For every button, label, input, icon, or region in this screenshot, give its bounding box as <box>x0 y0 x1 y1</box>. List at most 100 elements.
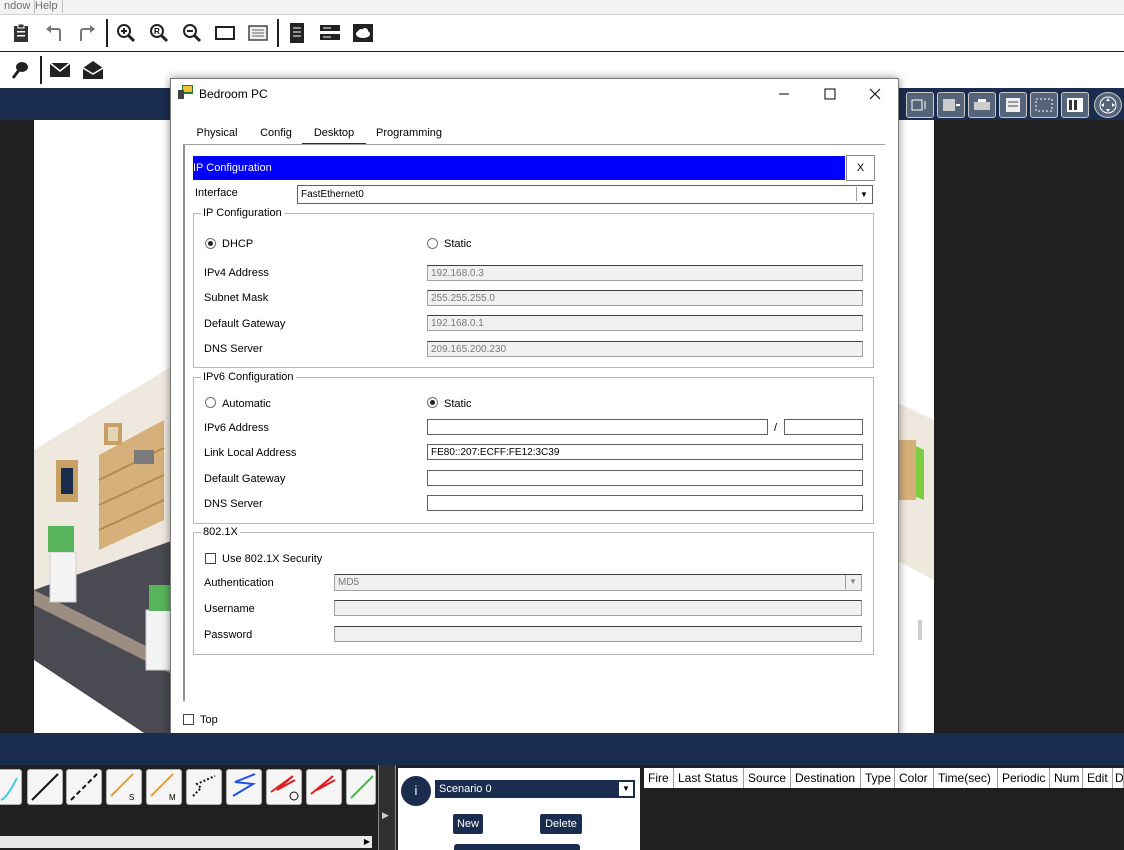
ipv6-address-field[interactable] <box>427 419 768 435</box>
bottom-toolbar <box>0 733 1124 765</box>
serial-s-label: S <box>129 793 134 802</box>
scroll-right-icon[interactable]: ▶ <box>364 837 370 846</box>
ipv6-group-title: IPv6 Configuration <box>201 371 296 383</box>
static-ipv4-label: Static <box>444 238 472 250</box>
ipv4-gateway-field[interactable]: 192.168.0.1 <box>427 315 863 331</box>
ipv6-automatic-radio[interactable] <box>205 397 216 408</box>
ipv4-dns-label: DNS Server <box>204 343 263 355</box>
column-time: Time(sec) <box>934 768 998 788</box>
prefix-slash: / <box>774 422 778 434</box>
column-color: Color <box>895 768 934 788</box>
zoom-in-icon[interactable] <box>114 21 138 45</box>
right-bookshelf <box>896 440 916 500</box>
zoom-reset-icon[interactable]: R <box>147 21 171 45</box>
column-type: Type <box>861 768 895 788</box>
serial-cable-s-icon[interactable]: S <box>106 769 142 805</box>
fiber-cable-icon[interactable] <box>346 769 376 805</box>
top-label: Top <box>200 714 218 726</box>
minimize-button[interactable] <box>761 79 807 109</box>
column-edit: Edit <box>1083 768 1113 788</box>
plant <box>149 585 171 611</box>
redo-icon[interactable] <box>75 21 99 45</box>
dhcp-radio[interactable] <box>205 238 216 249</box>
device-dialog: Bedroom PC Physical Config Desktop Progr… <box>170 78 899 743</box>
scenario-select[interactable]: Scenario 0 ▼ <box>435 780 635 798</box>
menu-help[interactable]: Help <box>31 0 63 13</box>
palette-scrollbar[interactable]: ▶ <box>0 836 372 848</box>
serial-dte-icon[interactable] <box>306 769 342 805</box>
zoom-out-icon[interactable] <box>180 21 204 45</box>
pin-icon[interactable] <box>8 58 32 82</box>
subnet-mask-field[interactable]: 255.255.255.0 <box>427 290 863 306</box>
panel-icon[interactable] <box>1061 92 1089 118</box>
interface-value: FastEthernet0 <box>301 189 364 200</box>
ipv6-static-radio[interactable] <box>427 397 438 408</box>
close-button[interactable] <box>852 79 898 109</box>
column-last-status: Last Status <box>674 768 744 788</box>
printer-icon[interactable] <box>968 92 996 118</box>
maximize-button[interactable] <box>807 79 853 109</box>
list-add-icon[interactable] <box>937 92 965 118</box>
menu-window[interactable]: ndow <box>0 0 36 13</box>
cluster-icon[interactable] <box>1030 92 1058 118</box>
clipboard-icon[interactable] <box>9 21 33 45</box>
ipv4-dns-field[interactable]: 209.165.200.230 <box>427 341 863 357</box>
username-field[interactable] <box>334 600 862 616</box>
server-icon[interactable] <box>318 21 342 45</box>
document-icon[interactable] <box>285 21 309 45</box>
notes-icon[interactable] <box>999 92 1027 118</box>
tab-desktop[interactable]: Desktop <box>302 123 366 145</box>
authentication-value: MD5 <box>338 577 360 588</box>
ipv6-dns-field[interactable] <box>427 495 863 511</box>
plant-pot <box>49 551 77 603</box>
serial-dce-icon[interactable] <box>266 769 302 805</box>
panel-splitter[interactable]: ▶ <box>378 765 396 850</box>
delete-scenario-button[interactable]: Delete <box>540 814 582 834</box>
top-checkbox[interactable] <box>183 714 194 725</box>
straight-cable-icon[interactable] <box>27 769 63 805</box>
toolbar-separator <box>40 56 42 84</box>
authentication-select[interactable]: MD5 ▼ <box>334 574 862 591</box>
use-8021x-checkbox[interactable] <box>205 553 216 564</box>
ipv6-address-label: IPv6 Address <box>204 422 269 434</box>
console-cable-icon[interactable] <box>0 769 22 805</box>
tab-config[interactable]: Config <box>255 123 297 143</box>
open-message-icon[interactable] <box>81 58 105 82</box>
workspace-margin-right <box>934 120 1124 733</box>
tab-programming[interactable]: Programming <box>373 123 445 143</box>
interface-select[interactable]: FastEthernet0 ▼ <box>297 185 873 204</box>
ipv4-group-title: IP Configuration <box>201 207 284 219</box>
toggle-pdu-button[interactable] <box>454 844 580 850</box>
scenario-value: Scenario 0 <box>439 783 492 795</box>
crossover-cable-icon[interactable] <box>66 769 102 805</box>
device-add-icon[interactable] <box>906 92 934 118</box>
tab-bar: Physical Config Desktop Programming <box>183 123 451 145</box>
password-field[interactable] <box>334 626 862 642</box>
palette-icon[interactable] <box>246 21 270 45</box>
ipv6-gateway-label: Default Gateway <box>204 473 286 485</box>
static-ipv4-radio[interactable] <box>427 238 438 249</box>
undo-icon[interactable] <box>42 21 66 45</box>
ipv6-prefix-field[interactable] <box>784 419 863 435</box>
link-local-label: Link Local Address <box>204 447 297 459</box>
phone-cable-icon[interactable] <box>186 769 222 805</box>
panel-close-button[interactable]: X <box>846 155 875 181</box>
ipv4-address-label: IPv4 Address <box>204 267 269 279</box>
chevron-down-icon: ▼ <box>619 782 633 796</box>
ipv4-address-field[interactable]: 192.168.0.3 <box>427 265 863 281</box>
cloud-icon[interactable] <box>351 21 375 45</box>
navigate-icon[interactable] <box>1094 92 1122 118</box>
column-source: Source <box>744 768 791 788</box>
toolbar-separator <box>106 19 108 47</box>
info-icon[interactable]: i <box>401 776 431 806</box>
message-icon[interactable] <box>48 58 72 82</box>
coax-cable-icon[interactable] <box>226 769 262 805</box>
tab-physical[interactable]: Physical <box>191 123 243 143</box>
ipv6-gateway-field[interactable] <box>427 470 863 486</box>
link-local-field[interactable]: FE80::207:ECFF:FE12:3C39 <box>427 444 863 460</box>
panel-title: IP Configuration <box>193 156 845 180</box>
ipv6-dns-label: DNS Server <box>204 498 263 510</box>
serial-cable-m-icon[interactable]: M <box>146 769 182 805</box>
new-scenario-button[interactable]: New <box>453 814 483 834</box>
rectangle-icon[interactable] <box>213 21 237 45</box>
